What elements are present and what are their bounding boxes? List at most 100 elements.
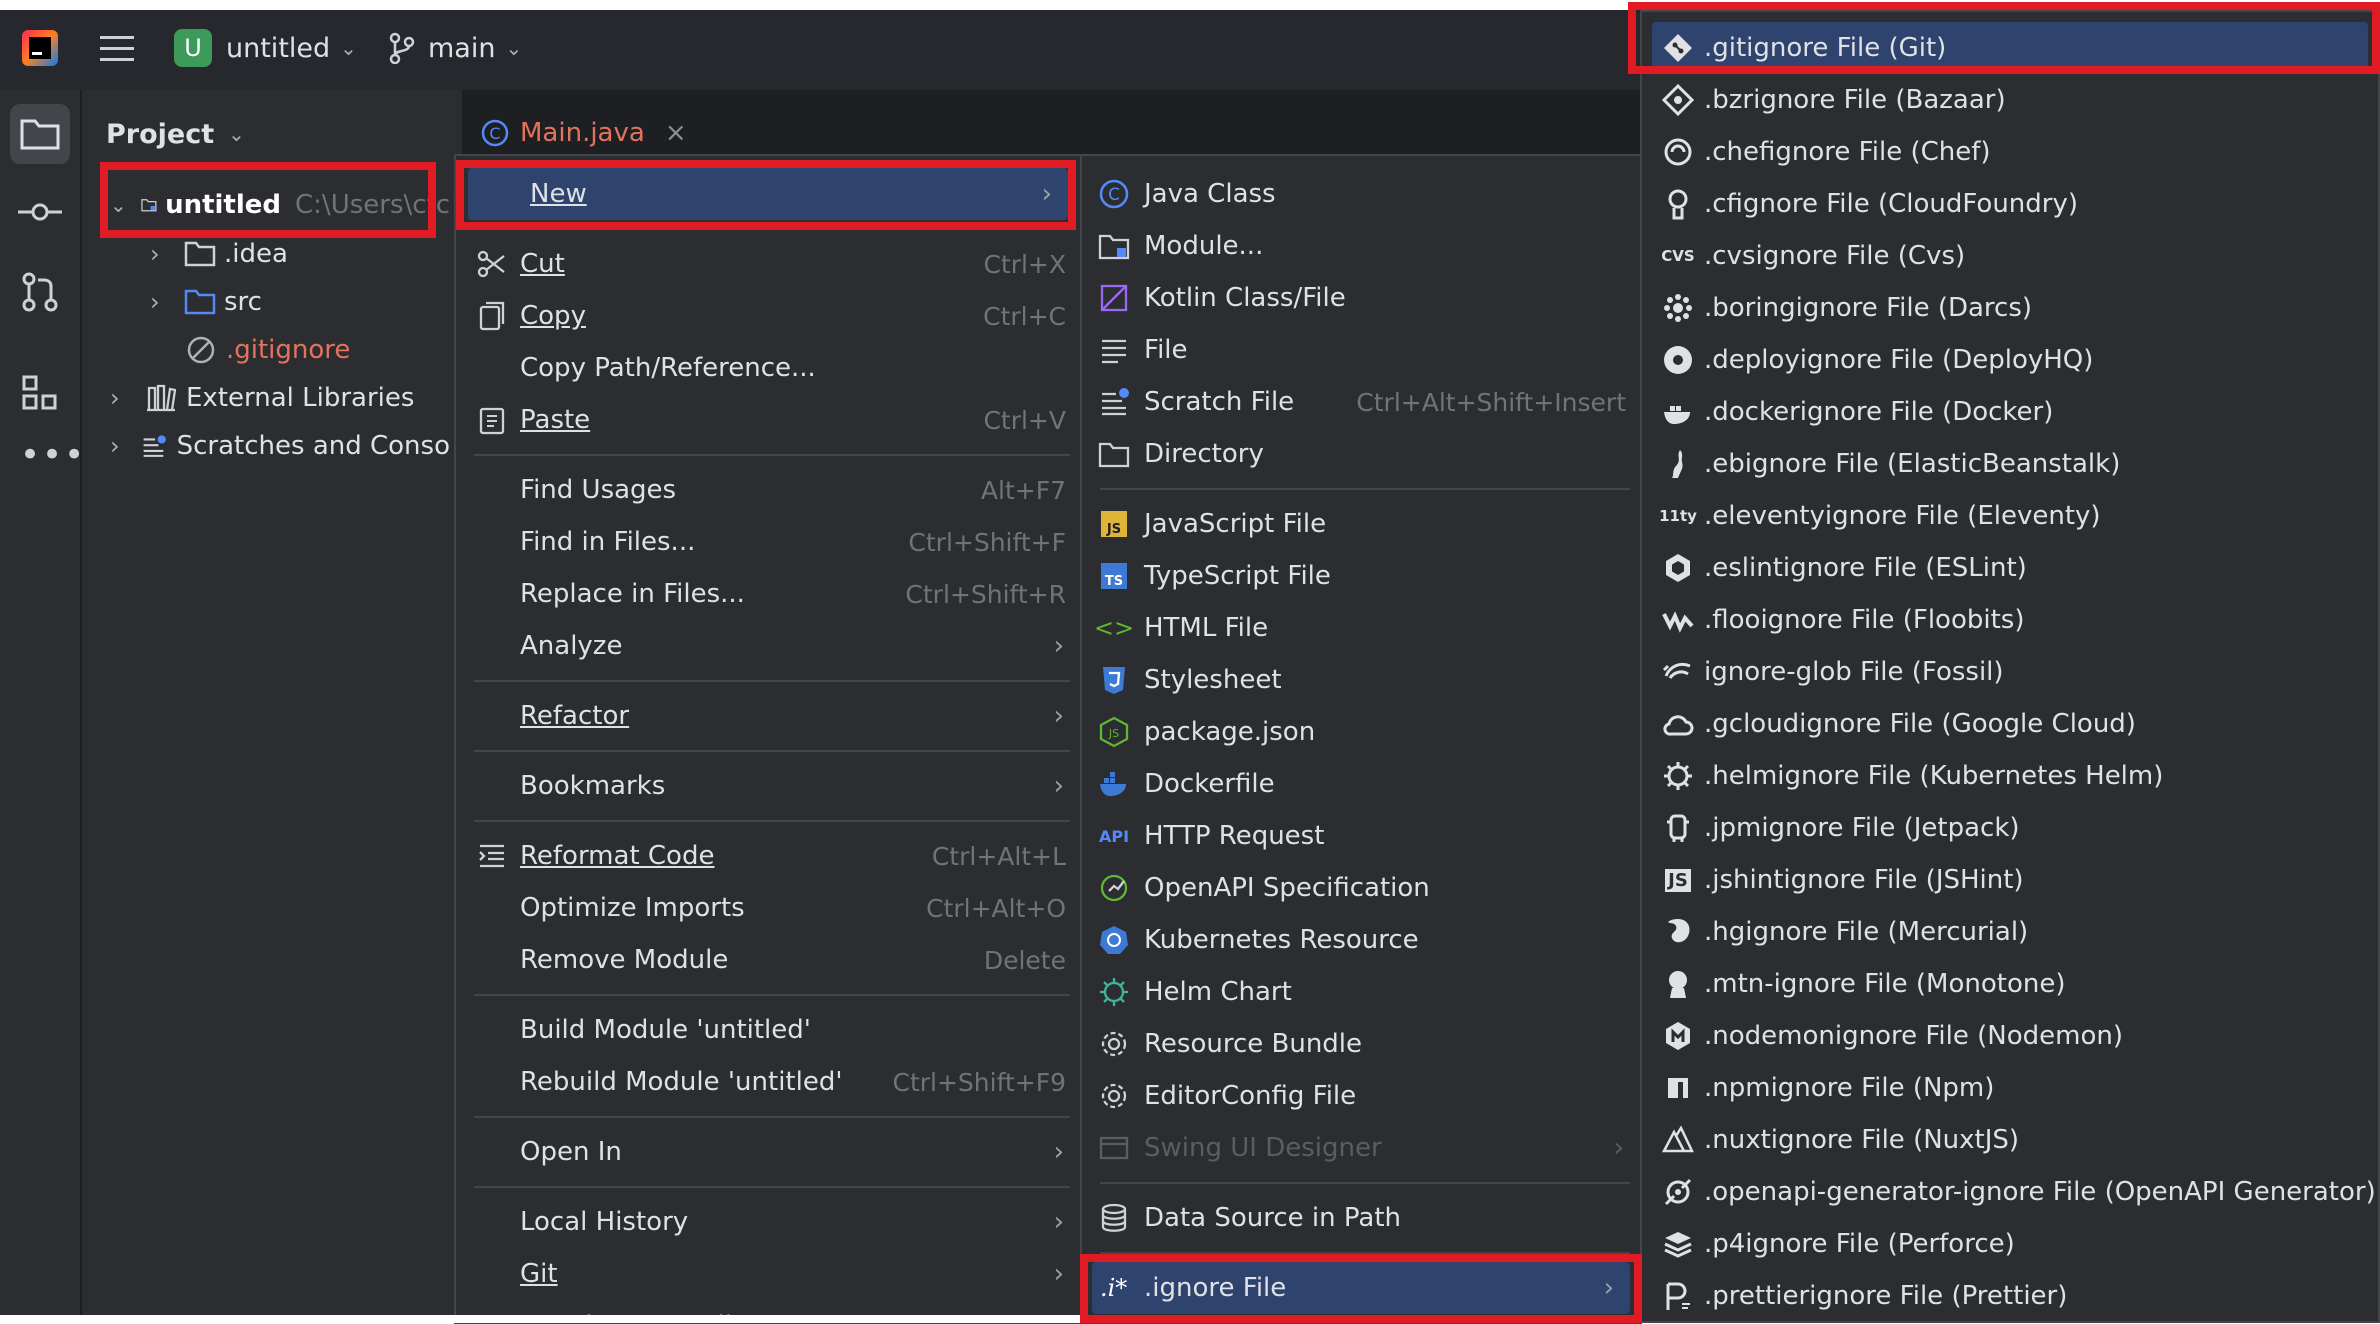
ignore-item-google-cloud[interactable]: .gcloudignore File (Google Cloud) — [1642, 698, 2378, 750]
new-openapi[interactable]: OpenAPI Specification — [1082, 862, 1640, 914]
menu-item-cut[interactable]: Cut Ctrl+X — [456, 238, 1080, 290]
menu-separator — [474, 820, 1070, 822]
ignore-item-nodemon[interactable]: .nodemonignore File (Nodemon) — [1642, 1010, 2378, 1062]
menu-item-local-history[interactable]: Local History › — [456, 1196, 1080, 1248]
menu-item-rebuild-module[interactable]: Rebuild Module 'untitled' Ctrl+Shift+F9 — [456, 1056, 1080, 1108]
ignore-item-npm[interactable]: .npmignore File (Npm) — [1642, 1062, 2378, 1114]
tree-item-scratches[interactable]: › Scratches and Conso — [110, 424, 450, 468]
menu-item-build-module[interactable]: Build Module 'untitled' — [456, 1004, 1080, 1056]
new-java-class[interactable]: C Java Class — [1082, 168, 1640, 220]
ignore-item-openapi-generator[interactable]: .openapi-generator-ignore File (OpenAPI … — [1642, 1166, 2378, 1218]
menu-item-copy-path[interactable]: Copy Path/Reference... — [456, 342, 1080, 394]
menu-separator — [474, 1116, 1070, 1118]
menu-item-git[interactable]: Git › — [456, 1248, 1080, 1300]
new-stylesheet[interactable]: Stylesheet — [1082, 654, 1640, 706]
ignore-item-deployhq[interactable]: .deployignore File (DeployHQ) — [1642, 334, 2378, 386]
ignore-item-bazaar[interactable]: .bzrignore File (Bazaar) — [1642, 74, 2378, 126]
new-kotlin[interactable]: Kotlin Class/File — [1082, 272, 1640, 324]
deployhq-icon — [1662, 344, 1694, 376]
ignore-item-jshint[interactable]: JS .jshintignore File (JSHint) — [1642, 854, 2378, 906]
ignore-item-jetpack[interactable]: .jpmignore File (Jetpack) — [1642, 802, 2378, 854]
menu-item-find-in-files[interactable]: Find in Files... Ctrl+Shift+F — [456, 516, 1080, 568]
menu-item-replace-in-files[interactable]: Replace in Files... Ctrl+Shift+R — [456, 568, 1080, 620]
menu-item-open-in[interactable]: Open In › — [456, 1126, 1080, 1178]
app-logo-icon[interactable] — [22, 30, 58, 66]
ignore-item-elasticbeanstalk[interactable]: .ebignore File (ElasticBeanstalk) — [1642, 438, 2378, 490]
ignore-item-cloudfoundry[interactable]: .cfignore File (CloudFoundry) — [1642, 178, 2378, 230]
tree-item-gitignore[interactable]: .gitignore — [186, 328, 350, 372]
ignore-item-prettier[interactable]: .prettierignore File (Prettier) — [1642, 1270, 2378, 1321]
chevron-right-icon: › — [1053, 1137, 1064, 1167]
pull-requests-icon[interactable] — [20, 272, 60, 312]
api-icon: API — [1098, 826, 1130, 846]
new-kubernetes[interactable]: Kubernetes Resource — [1082, 914, 1640, 966]
menu-item-label: package.json — [1144, 717, 1316, 747]
chevron-right-icon: › — [1613, 1133, 1624, 1163]
ignore-item-darcs[interactable]: .boringignore File (Darcs) — [1642, 282, 2378, 334]
menu-item-label: Module... — [1144, 231, 1264, 261]
new-data-source[interactable]: Data Source in Path — [1082, 1192, 1640, 1244]
menu-item-analyze[interactable]: Analyze › — [456, 620, 1080, 672]
tree-item-external-libraries[interactable]: › External Libraries — [110, 376, 414, 420]
menu-item-copy[interactable]: Copy Ctrl+C — [456, 290, 1080, 342]
floobits-icon — [1662, 604, 1694, 636]
ignore-item-helm[interactable]: .helmignore File (Kubernetes Helm) — [1642, 750, 2378, 802]
folder-icon — [1098, 442, 1130, 468]
menu-item-optimize-imports[interactable]: Optimize Imports Ctrl+Alt+O — [456, 882, 1080, 934]
ignore-item-floobits[interactable]: .flooignore File (Floobits) — [1642, 594, 2378, 646]
ignore-item-monotone[interactable]: .mtn-ignore File (Monotone) — [1642, 958, 2378, 1010]
chevron-right-icon: › — [150, 240, 160, 268]
module-icon — [1098, 234, 1130, 260]
menu-item-remove-module[interactable]: Remove Module Delete — [456, 934, 1080, 986]
menu-item-bookmarks[interactable]: Bookmarks › — [456, 760, 1080, 812]
ignore-item-fossil[interactable]: ignore-glob File (Fossil) — [1642, 646, 2378, 698]
ignore-item-eslint[interactable]: .eslintignore File (ESLint) — [1642, 542, 2378, 594]
menu-item-label: HTML File — [1144, 613, 1269, 643]
editor-tab[interactable]: C Main.java × — [480, 110, 687, 156]
new-html[interactable]: <> HTML File — [1082, 602, 1640, 654]
project-tool-button[interactable] — [10, 104, 70, 164]
new-dockerfile[interactable]: Dockerfile — [1082, 758, 1640, 810]
ignore-item-chef[interactable]: .chefignore File (Chef) — [1642, 126, 2378, 178]
new-resource-bundle[interactable]: Resource Bundle — [1082, 1018, 1640, 1070]
tree-item-idea[interactable]: › .idea — [150, 232, 288, 276]
project-widget[interactable]: U untitled ⌄ — [174, 28, 357, 68]
menu-item-paste[interactable]: Paste Ctrl+V — [456, 394, 1080, 446]
new-module[interactable]: Module... — [1082, 220, 1640, 272]
ignore-item-nuxtjs[interactable]: .nuxtignore File (NuxtJS) — [1642, 1114, 2378, 1166]
ignore-item-perforce[interactable]: .p4ignore File (Perforce) — [1642, 1218, 2378, 1270]
menu-item-find-usages[interactable]: Find Usages Alt+F7 — [456, 464, 1080, 516]
ignore-item-docker[interactable]: .dockerignore File (Docker) — [1642, 386, 2378, 438]
menu-item-label: .gcloudignore File (Google Cloud) — [1704, 709, 2136, 739]
new-directory[interactable]: Directory — [1082, 428, 1640, 480]
menu-item-label: .mtn-ignore File (Monotone) — [1704, 969, 2066, 999]
ignore-item-cvs[interactable]: CVS .cvsignore File (Cvs) — [1642, 230, 2378, 282]
project-panel-header[interactable]: Project ⌄ — [106, 112, 245, 156]
new-http-request[interactable]: API HTTP Request — [1082, 810, 1640, 862]
ignore-item-eleventy[interactable]: 11ty .eleventyignore File (Eleventy) — [1642, 490, 2378, 542]
menu-item-refactor[interactable]: Refactor › — [456, 690, 1080, 742]
new-helm-chart[interactable]: Helm Chart — [1082, 966, 1640, 1018]
main-menu-icon[interactable] — [100, 34, 134, 62]
new-javascript[interactable]: JS JavaScript File — [1082, 498, 1640, 550]
new-package-json[interactable]: JS package.json — [1082, 706, 1640, 758]
close-icon[interactable]: × — [665, 118, 687, 148]
ignore-item-mercurial[interactable]: .hgignore File (Mercurial) — [1642, 906, 2378, 958]
new-editorconfig[interactable]: EditorConfig File — [1082, 1070, 1640, 1122]
new-scratch-file[interactable]: Scratch File Ctrl+Alt+Shift+Insert — [1082, 376, 1640, 428]
shortcut: Ctrl+C — [983, 301, 1066, 331]
branch-widget[interactable]: main ⌄ — [388, 28, 522, 68]
menu-item-label: .eleventyignore File (Eleventy) — [1704, 501, 2101, 531]
menu-item-reformat[interactable]: Reformat Code Ctrl+Alt+L — [456, 830, 1080, 882]
new-typescript[interactable]: TS TypeScript File — [1082, 550, 1640, 602]
tree-item-src[interactable]: › src — [150, 280, 262, 324]
structure-icon[interactable] — [21, 374, 59, 412]
more-tools-icon[interactable]: ••• — [20, 438, 84, 472]
menu-item-label: Cut — [520, 249, 565, 279]
commit-icon[interactable] — [18, 202, 62, 222]
menu-item-label: Git — [520, 1259, 558, 1289]
java-class-icon: C — [1099, 179, 1129, 209]
new-file[interactable]: File — [1082, 324, 1640, 376]
library-icon — [147, 384, 176, 412]
helm-icon — [1662, 760, 1694, 792]
